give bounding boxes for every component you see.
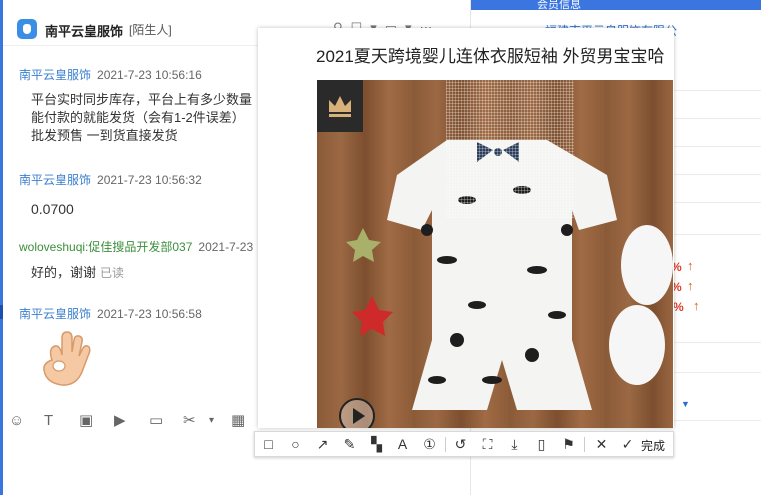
message-line: 批发预售 一到货直接发货 [31,128,178,143]
stat-percent: % [673,300,684,314]
divider [671,174,761,175]
message-sender[interactable]: woloveshuqi:促佳搜品开发部037 [19,240,192,254]
chat-window: 南平云皇服饰 [陌生人] ⚲☐▾▭▾⋯ 南平云皇服饰2021-7-23 10:5… [0,0,761,495]
folder-icon[interactable]: ▭ [149,413,163,429]
divider [671,342,761,343]
message: 南平云皇服饰 2021-7-23 10:56:58 [19,305,202,322]
chevron-down-icon[interactable]: ▾ [209,413,214,429]
close-icon[interactable]: ✕ [593,436,610,453]
screenshot-toolbar: □ ○ ↗ ✎ ▚ A ① ↺ ⛶ ⤓ ▯ ⚑ ✕ ✓ 完成 [254,431,674,457]
download-icon[interactable]: ⤓ [506,436,523,453]
calculator-icon[interactable]: ▦ [231,413,245,429]
panel-tab-bar: 会员信息 [471,0,761,12]
read-status: 已读 [100,266,125,280]
ok-hand-emoji-icon [43,331,91,386]
scissors-icon[interactable]: ✂ [183,413,196,429]
toolbar-divider [445,437,446,452]
contact-tag: [陌生人] [129,23,172,37]
toolbar-divider [584,437,585,452]
message-sender[interactable]: 南平云皇服饰 [19,307,91,321]
divider [671,146,761,147]
product-title: 2021夏天跨境婴儿连体衣服短袖 外贸男宝宝哈 [316,47,665,66]
message-sender[interactable]: 南平云皇服饰 [19,68,91,82]
play-icon[interactable] [339,398,375,428]
pen-tool-icon[interactable]: ✎ [341,436,358,453]
mosaic-tool-icon[interactable]: ▚ [368,436,385,453]
crop-icon[interactable]: ⛶ [479,436,496,453]
arrow-up-icon: ↑ [687,258,694,273]
composer-toolbar: ☺ T ▣ ▶ ▭ ✂ ▾ ▦ [3,405,253,437]
divider [671,234,761,235]
divider [671,420,761,421]
message-time: 2021-7-23 10:56:58 [97,307,202,321]
rectangle-tool-icon[interactable]: □ [260,436,277,453]
nav-indicator [0,305,3,319]
arrow-up-icon: ↑ [693,298,700,313]
contact-avatar-icon[interactable] [17,19,37,39]
message-line: 能付款的就能发货（会有1-2件误差） [31,110,245,125]
text-tool-icon[interactable]: A [394,436,411,453]
message-body: 0.0700 [31,201,74,217]
message-sender[interactable]: 南平云皇服饰 [19,173,91,187]
tab-member-info[interactable]: 会员信息 [537,0,581,12]
message-body: 好的，谢谢 已读 [31,264,253,282]
arrow-tool-icon[interactable]: ↗ [314,436,331,453]
divider [671,202,761,203]
ellipse-tool-icon[interactable]: ○ [287,436,304,453]
check-icon[interactable]: ✓ [619,436,636,453]
message-time: 2021-7-23 [198,240,254,254]
bookmark-icon[interactable]: ⚑ [560,436,577,453]
message: 南平云皇服饰 2021-7-23 10:56:16 平台实时同步库存，平台上有多少… [19,66,252,145]
font-icon[interactable]: T [44,413,53,429]
pin-icon[interactable]: ▯ [533,436,550,453]
message-time: 2021-7-23 10:56:16 [97,68,202,82]
product-image [317,80,673,428]
message: woloveshuqi:促佳搜品开发部037 2021-7-23 好的，谢谢 已读 [19,238,253,282]
screenshot-preview[interactable]: 2021夏天跨境婴儿连体衣服短袖 外贸男宝宝哈 [258,28,674,428]
divider [671,372,761,373]
undo-icon[interactable]: ↺ [452,436,469,453]
done-button[interactable]: 完成 [641,437,665,454]
divider [671,90,761,91]
message-text: 好的，谢谢 [31,265,97,280]
arrow-up-icon: ↑ [687,278,694,293]
divider [671,118,761,119]
contact-name[interactable]: 南平云皇服饰 [45,21,123,40]
selection-region[interactable] [446,80,574,218]
message-line: 平台实时同步库存，平台上有多少数量 [31,92,253,107]
message-time: 2021-7-23 10:56:32 [97,173,202,187]
message-body: 平台实时同步库存，平台上有多少数量 能付款的就能发货（会有1-2件误差） 批发预… [31,91,252,145]
video-icon[interactable]: ▶ [114,413,126,429]
image-icon[interactable]: ▣ [79,413,93,429]
message: 南平云皇服饰 2021-7-23 10:56:32 0.0700 [19,171,202,218]
emoji-icon[interactable]: ☺ [9,413,24,429]
number-tool-icon[interactable]: ① [421,436,438,453]
chevron-down-icon[interactable]: ▼ [681,399,690,409]
